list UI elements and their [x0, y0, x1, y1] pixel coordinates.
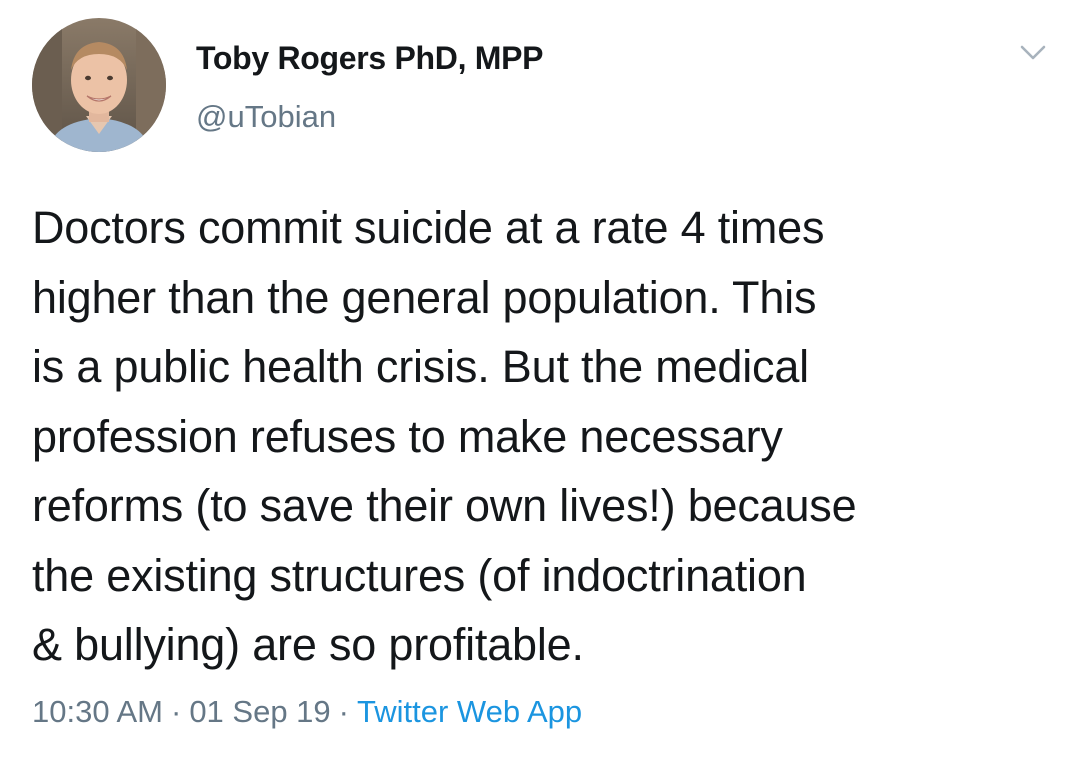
tweet-text: Doctors commit suicide at a rate 4 times…: [32, 202, 857, 670]
tweet-source-link[interactable]: Twitter Web App: [357, 694, 582, 729]
tweet-meta: 10:30 AM · 01 Sep 19 · Twitter Web App: [32, 694, 582, 730]
tweet-card: Toby Rogers PhD, MPP @uTobian Doctors co…: [0, 0, 1068, 762]
avatar[interactable]: [32, 18, 166, 152]
meta-separator: ·: [170, 694, 182, 729]
tweet-date: 01 Sep 19: [189, 694, 331, 729]
tweet-time: 10:30 AM: [32, 694, 163, 729]
chevron-down-icon[interactable]: [1018, 42, 1048, 64]
meta-separator: ·: [338, 694, 349, 729]
author-display-name[interactable]: Toby Rogers PhD, MPP: [196, 40, 544, 77]
author-handle[interactable]: @uTobian: [196, 99, 336, 135]
profile-photo-icon: [32, 18, 166, 152]
